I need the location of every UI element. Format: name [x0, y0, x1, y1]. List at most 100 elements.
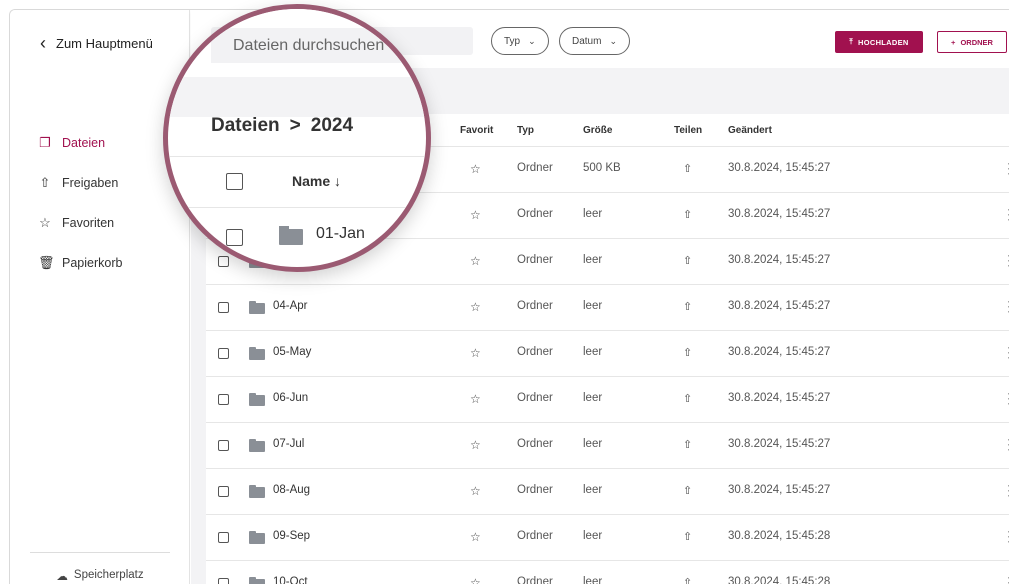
storage-link[interactable]: ☁ Speicherplatz: [30, 552, 170, 583]
column-header-type[interactable]: Typ: [517, 125, 534, 136]
row-checkbox[interactable]: [218, 532, 229, 543]
sidebar-item-freigaben[interactable]: ⇧ Freigaben: [38, 163, 122, 203]
more-options-icon[interactable]: ⋮: [1002, 528, 1009, 545]
star-icon[interactable]: ☆: [470, 208, 481, 222]
share-icon[interactable]: ⇧: [683, 484, 692, 497]
magnified-folder-name[interactable]: 01-Jan: [316, 225, 365, 243]
table-row[interactable]: 05-May ☆ Ordner leer ⇧ 30.8.2024, 15:45:27 ⋮: [206, 330, 1009, 376]
column-header-name-label: Name: [292, 173, 331, 189]
row-checkbox[interactable]: [218, 486, 229, 497]
star-icon[interactable]: ☆: [470, 530, 481, 544]
column-header-size[interactable]: Größe: [583, 125, 612, 136]
star-icon[interactable]: ☆: [470, 438, 481, 452]
table-row[interactable]: 04-Apr ☆ Ordner leer ⇧ 30.8.2024, 15:45:27 ⋮: [206, 284, 1009, 330]
share-icon[interactable]: ⇧: [683, 576, 692, 584]
sidebar-item-label: Freigaben: [62, 176, 119, 190]
file-type: Ordner: [517, 484, 553, 496]
file-size: leer: [583, 208, 603, 220]
share-icon[interactable]: ⇧: [683, 254, 692, 267]
more-options-icon[interactable]: ⋮: [1002, 436, 1009, 453]
folder-icon: [249, 439, 265, 452]
star-icon[interactable]: ☆: [470, 576, 481, 584]
star-icon[interactable]: ☆: [470, 484, 481, 498]
column-header-share[interactable]: Teilen: [674, 125, 702, 136]
row-checkbox[interactable]: [218, 440, 229, 451]
sidebar-item-favoriten[interactable]: ☆ Favoriten: [38, 203, 122, 243]
sidebar-item-dateien[interactable]: ❐ Dateien: [38, 123, 122, 163]
storage-label: Speicherplatz: [73, 569, 144, 581]
modified-date: 30.8.2024, 15:45:27: [728, 162, 831, 174]
share-icon: ⇧: [39, 175, 51, 190]
share-icon[interactable]: ⇧: [683, 300, 692, 313]
breadcrumb-root[interactable]: Dateien: [211, 115, 280, 137]
file-name[interactable]: 05-May: [273, 346, 311, 358]
modified-date: 30.8.2024, 15:45:28: [728, 576, 831, 584]
magnified-background: [168, 77, 426, 117]
star-icon[interactable]: ☆: [470, 346, 481, 360]
share-icon[interactable]: ⇧: [683, 530, 692, 543]
table-row[interactable]: 06-Jun ☆ Ordner leer ⇧ 30.8.2024, 15:45:27 ⋮: [206, 376, 1009, 422]
more-options-icon[interactable]: ⋮: [1002, 252, 1009, 269]
upload-button[interactable]: ⤒ HOCHLADEN: [835, 31, 923, 53]
table-row[interactable]: 10-Oct ☆ Ordner leer ⇧ 30.8.2024, 15:45:28 ⋮: [206, 560, 1009, 584]
sidebar-item-papierkorb[interactable]: 🗑 Papierkorb: [38, 243, 122, 283]
share-icon[interactable]: ⇧: [683, 392, 692, 405]
file-name[interactable]: 08-Aug: [273, 484, 310, 496]
share-icon[interactable]: ⇧: [683, 438, 692, 451]
share-icon[interactable]: ⇧: [683, 162, 692, 175]
column-header-name[interactable]: Name ↓: [292, 173, 341, 189]
more-options-icon[interactable]: ⋮: [1002, 344, 1009, 361]
file-name[interactable]: 04-Apr: [273, 300, 308, 312]
row-checkbox[interactable]: [218, 394, 229, 405]
back-to-main-menu-link[interactable]: ‹ Zum Hauptmenü: [40, 34, 153, 52]
more-options-icon[interactable]: ⋮: [1002, 160, 1009, 177]
file-type: Ordner: [517, 346, 553, 358]
table-row[interactable]: 09-Sep ☆ Ordner leer ⇧ 30.8.2024, 15:45:28 ⋮: [206, 514, 1009, 560]
file-size: leer: [583, 392, 603, 404]
file-icon: ❐: [39, 135, 51, 150]
modified-date: 30.8.2024, 15:45:27: [728, 392, 831, 404]
sort-arrow-down-icon: ↓: [334, 173, 342, 189]
share-icon[interactable]: ⇧: [683, 346, 692, 359]
star-icon[interactable]: ☆: [470, 162, 481, 176]
star-icon[interactable]: ☆: [470, 300, 481, 314]
file-size: leer: [583, 300, 603, 312]
magnified-search-input[interactable]: Dateien durchsuchen: [211, 28, 426, 63]
modified-date: 30.8.2024, 15:45:27: [728, 254, 831, 266]
star-icon[interactable]: ☆: [470, 254, 481, 268]
select-all-checkbox[interactable]: [226, 173, 243, 190]
file-type: Ordner: [517, 438, 553, 450]
row-checkbox[interactable]: [218, 302, 229, 313]
divider: [168, 207, 426, 208]
column-header-favorite[interactable]: Favorit: [460, 125, 493, 136]
filter-type-dropdown[interactable]: Typ ⌄: [491, 27, 549, 55]
more-options-icon[interactable]: ⋮: [1002, 390, 1009, 407]
column-header-modified[interactable]: Geändert: [728, 125, 772, 136]
more-options-icon[interactable]: ⋮: [1002, 574, 1009, 584]
table-row[interactable]: 07-Jul ☆ Ordner leer ⇧ 30.8.2024, 15:45:27 ⋮: [206, 422, 1009, 468]
share-icon[interactable]: ⇧: [683, 208, 692, 221]
row-checkbox[interactable]: [218, 348, 229, 359]
file-size: leer: [583, 484, 603, 496]
table-row[interactable]: 08-Aug ☆ Ordner leer ⇧ 30.8.2024, 15:45:27 ⋮: [206, 468, 1009, 514]
modified-date: 30.8.2024, 15:45:28: [728, 530, 831, 542]
modified-date: 30.8.2024, 15:45:27: [728, 484, 831, 496]
row-checkbox[interactable]: [226, 229, 243, 246]
star-icon[interactable]: ☆: [470, 392, 481, 406]
magnifier-lens: Dateien durchsuchen Dateien > 2024 Name …: [163, 4, 431, 272]
file-name[interactable]: 09-Sep: [273, 530, 310, 542]
more-options-icon[interactable]: ⋮: [1002, 298, 1009, 315]
more-options-icon[interactable]: ⋮: [1002, 206, 1009, 223]
breadcrumb: Dateien > 2024: [211, 115, 353, 137]
new-folder-button[interactable]: + ORDNER: [937, 31, 1007, 53]
file-name[interactable]: 07-Jul: [273, 438, 304, 450]
more-options-icon[interactable]: ⋮: [1002, 482, 1009, 499]
folder-icon: [249, 301, 265, 314]
file-type: Ordner: [517, 530, 553, 542]
app-window: ‹ Zum Hauptmenü ❐ Dateien ⇧ Freigaben ☆ …: [9, 9, 1009, 584]
file-name[interactable]: 10-Oct: [273, 576, 308, 584]
file-name[interactable]: 06-Jun: [273, 392, 308, 404]
row-checkbox[interactable]: [218, 578, 229, 584]
file-size: leer: [583, 254, 603, 266]
filter-date-dropdown[interactable]: Datum ⌄: [559, 27, 630, 55]
